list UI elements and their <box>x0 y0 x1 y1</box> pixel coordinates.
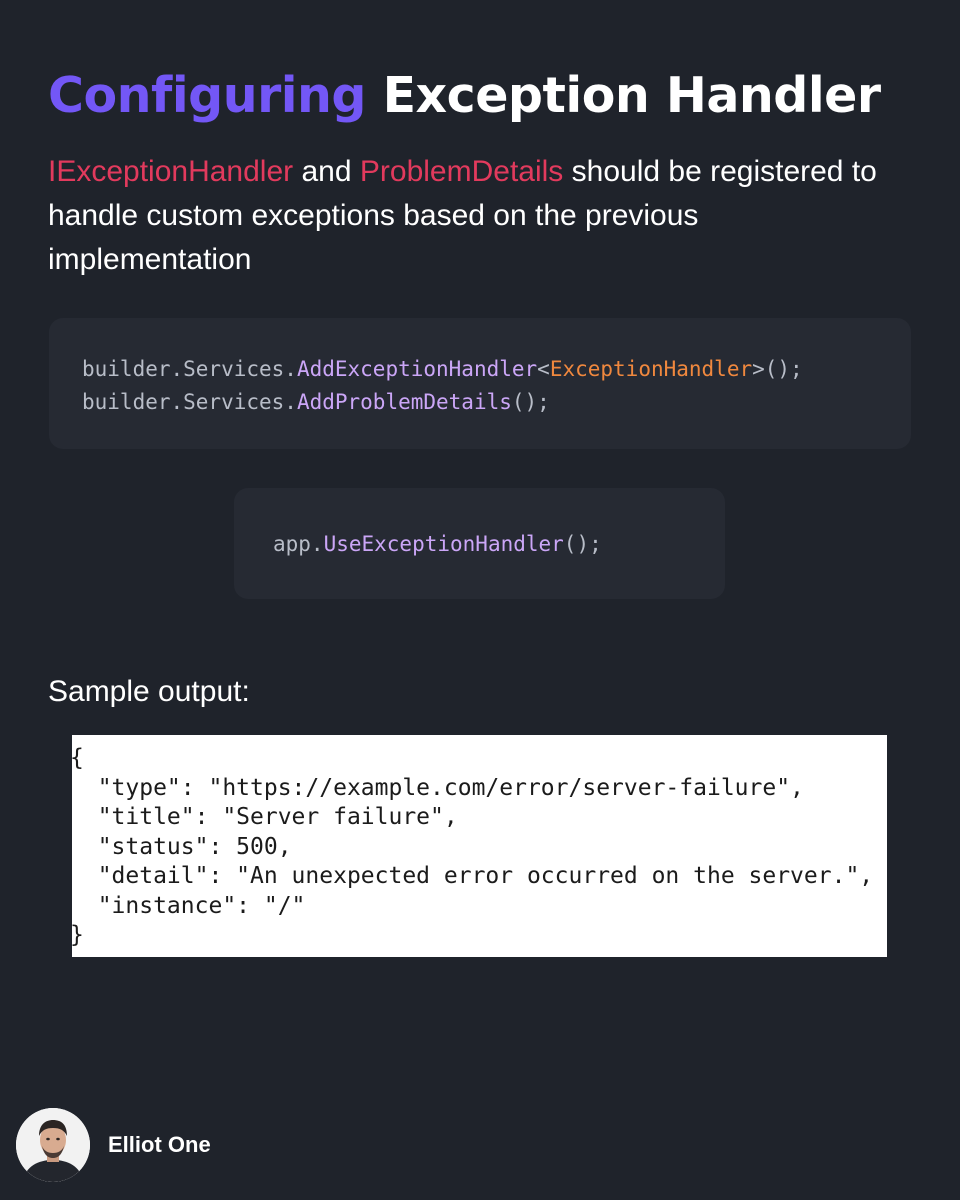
json-line-status: "status": 500, <box>72 833 292 860</box>
code-block-app: app.UseExceptionHandler(); <box>234 488 725 599</box>
code-line-add-exception-handler: builder.Services.AddExceptionHandler<Exc… <box>82 353 803 386</box>
intro-highlight-iexceptionhandler: IExceptionHandler <box>48 155 294 188</box>
code-line-add-problem-details: builder.Services.AddProblemDetails(); <box>82 386 803 419</box>
code-line-use-exception-handler: app.UseExceptionHandler(); <box>273 528 602 561</box>
code-token-prefix: builder.Services. <box>82 357 297 381</box>
code-token-generic-open: < <box>537 357 550 381</box>
page-title: Configuring Exception Handler <box>48 58 881 134</box>
json-line-title: "title": "Server failure", <box>72 804 458 830</box>
code-block-services: builder.Services.AddExceptionHandler<Exc… <box>49 318 911 449</box>
json-line-type: "type": "https://example.com/error/serve… <box>72 774 804 801</box>
code-token-method: AddExceptionHandler <box>296 357 538 381</box>
code-token-close: (); <box>563 532 602 556</box>
author-name: Elliot One <box>108 1132 211 1157</box>
code-block-services-content: builder.Services.AddExceptionHandler<Exc… <box>82 353 803 419</box>
title-rest: Exception Handler <box>382 67 882 124</box>
json-close-brace: } <box>72 921 873 951</box>
title-accent: Configuring <box>48 67 367 124</box>
code-token-prefix: builder.Services. <box>82 390 297 414</box>
code-token-method: UseExceptionHandler <box>323 532 564 556</box>
json-open-brace: { <box>72 744 873 774</box>
code-token-method: AddProblemDetails <box>296 390 512 414</box>
author-avatar <box>16 1108 90 1182</box>
code-token-type: ExceptionHandler <box>549 357 753 381</box>
code-token-close: >(); <box>752 357 803 381</box>
author-portrait-icon <box>16 1108 90 1182</box>
json-line-instance: "instance": "/" <box>72 892 306 919</box>
intro-paragraph: IExceptionHandler and ProblemDetails sho… <box>48 150 908 282</box>
sample-output-json: { "type": "https://example.com/error/ser… <box>72 744 873 951</box>
intro-highlight-problemdetails: ProblemDetails <box>359 155 564 188</box>
json-line-detail: "detail": "An unexpected error occurred … <box>72 863 874 889</box>
code-token-close: (); <box>511 390 550 414</box>
intro-text-and: and <box>293 155 360 188</box>
sample-output-label: Sample output: <box>48 675 250 708</box>
code-token-prefix: app. <box>273 532 324 556</box>
sample-output-panel: { "type": "https://example.com/error/ser… <box>72 735 887 957</box>
